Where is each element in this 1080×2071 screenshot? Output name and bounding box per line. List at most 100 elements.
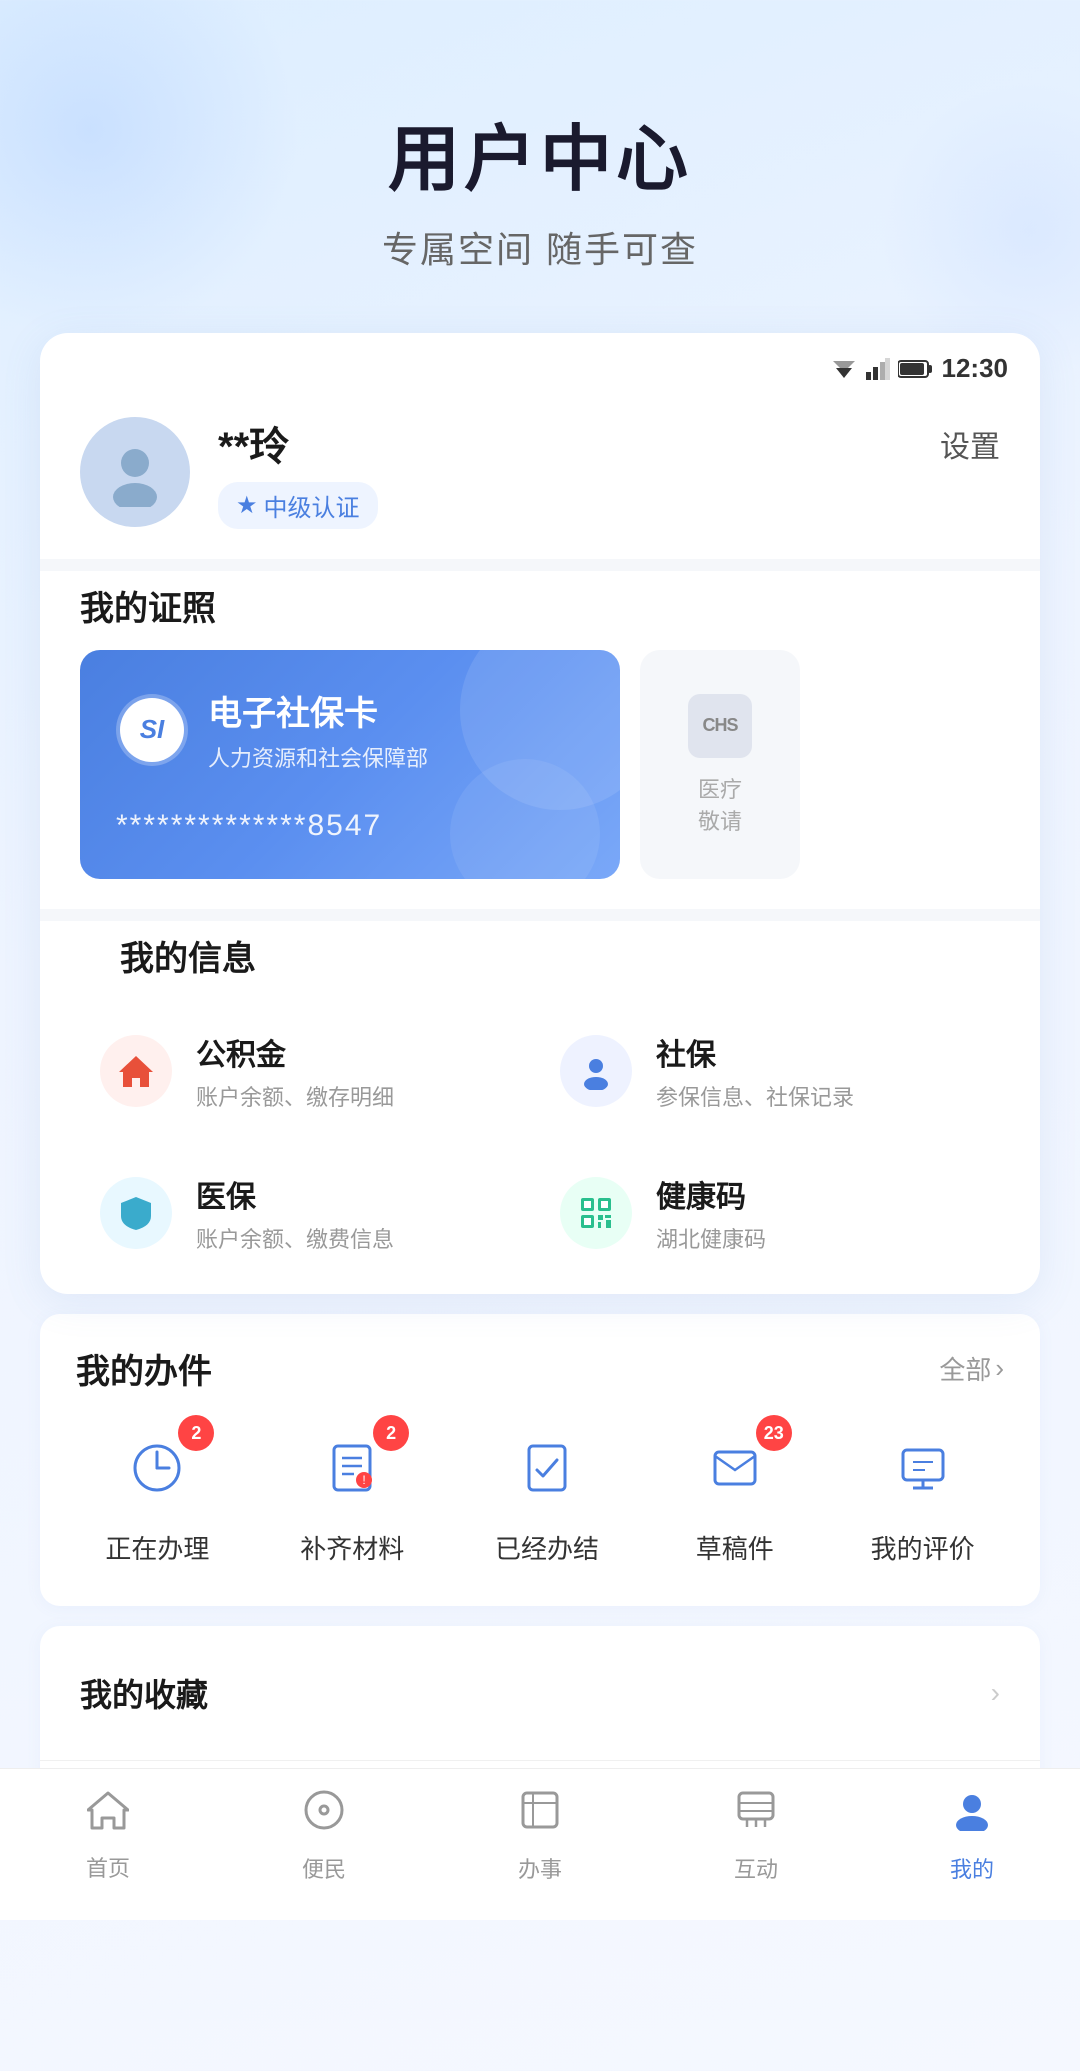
home-icon <box>117 1052 155 1090</box>
user-info: **玲 ★ 中级认证 <box>218 414 1000 529</box>
processing-label: 正在办理 <box>105 1529 209 1566</box>
page-header: 用户中心 专属空间 随手可查 <box>0 0 1080 313</box>
certificate-scroll: SI 电子社保卡 人力资源和社会保障部 **************8547 C… <box>40 650 1040 879</box>
cert-title-group: 电子社保卡 人力资源和社会保障部 <box>208 686 428 773</box>
nav-item-affairs[interactable]: 办事 <box>470 1789 610 1884</box>
cert-subtitle: 人力资源和社会保障部 <box>208 741 428 773</box>
user-profile: **玲 ★ 中级认证 设置 <box>40 394 1040 559</box>
gongjijin-text: 公积金 账户余额、缴存明细 <box>196 1030 394 1112</box>
cert-title: 电子社保卡 <box>208 686 428 735</box>
interaction-nav-label: 互动 <box>734 1852 778 1884</box>
gongjijin-name: 公积金 <box>196 1030 394 1074</box>
processing-icon-wrapper: 2 <box>112 1423 202 1513</box>
certificates-section-title: 我的证照 <box>40 571 1040 650</box>
nav-item-interaction[interactable]: 互动 <box>686 1789 826 1884</box>
interaction-nav-icon <box>735 1789 777 1842</box>
main-card: 12:30 **玲 ★ 中级认证 设置 我的证照 SI <box>40 333 1040 1294</box>
user-name: **玲 <box>218 414 1000 472</box>
avatar-icon <box>100 437 170 507</box>
favorites-label: 我的收藏 <box>80 1670 208 1716</box>
info-item-jiankangma[interactable]: 健康码 湖北健康码 <box>540 1142 1000 1284</box>
biz-item-supplement[interactable]: ! 2 补齐材料 <box>300 1423 404 1566</box>
badge-star-icon: ★ <box>236 491 258 520</box>
affairs-nav-label: 办事 <box>518 1852 562 1884</box>
completed-label: 已经办结 <box>495 1529 599 1566</box>
cert-gray-logo: CHS <box>688 694 752 758</box>
yibao-name: 医保 <box>196 1172 394 1216</box>
all-label: 全部 <box>939 1350 991 1387</box>
nav-item-home[interactable]: 首页 <box>38 1790 178 1883</box>
biz-item-completed[interactable]: 已经办结 <box>495 1423 599 1566</box>
mine-nav-icon <box>951 1789 993 1842</box>
social-security-card[interactable]: SI 电子社保卡 人力资源和社会保障部 **************8547 <box>80 650 620 879</box>
shield-icon <box>117 1194 155 1232</box>
wifi-icon <box>830 358 858 380</box>
all-link[interactable]: 全部 › <box>939 1350 1004 1387</box>
review-icon <box>878 1423 968 1513</box>
favorites-chevron-icon: › <box>991 1677 1000 1709</box>
home-nav-icon <box>87 1790 129 1841</box>
cert-gray-text: 医疗敬请 <box>698 772 742 836</box>
yibao-desc: 账户余额、缴费信息 <box>196 1222 394 1254</box>
list-item-favorites[interactable]: 我的收藏 › <box>40 1626 1040 1761</box>
cert-header: SI 电子社保卡 人力资源和社会保障部 <box>116 686 584 773</box>
completed-icon <box>502 1423 592 1513</box>
shebao-text: 社保 参保信息、社保记录 <box>656 1030 854 1112</box>
review-icon-wrapper <box>878 1423 968 1513</box>
status-time: 12:30 <box>942 353 1009 384</box>
completed-icon-wrapper <box>502 1423 592 1513</box>
biz-item-draft[interactable]: 23 草稿件 <box>690 1423 780 1566</box>
battery-icon <box>898 359 932 379</box>
info-item-gongjijin[interactable]: 公积金 账户余额、缴存明细 <box>80 1000 540 1142</box>
convenience-nav-icon <box>303 1789 345 1842</box>
user-badge: ★ 中级认证 <box>218 482 378 529</box>
svg-text:!: ! <box>363 1473 366 1487</box>
avatar <box>80 417 190 527</box>
info-item-yibao[interactable]: 医保 账户余额、缴费信息 <box>80 1142 540 1284</box>
cert-logo: SI <box>116 694 188 766</box>
divider-2 <box>40 909 1040 921</box>
settings-button[interactable]: 设置 <box>940 422 1000 466</box>
draft-label: 草稿件 <box>696 1529 774 1566</box>
info-grid: 公积金 账户余额、缴存明细 社保 参保信息、社保记录 <box>80 1000 1000 1284</box>
gongjijin-desc: 账户余额、缴存明细 <box>196 1080 394 1112</box>
divider-1 <box>40 559 1040 571</box>
my-info-section: 我的信息 公积金 账户余额、缴存明细 <box>40 921 1040 1294</box>
jiankangma-text: 健康码 湖北健康码 <box>656 1172 766 1254</box>
my-info-title: 我的信息 <box>80 921 1000 1000</box>
all-chevron-icon: › <box>995 1353 1004 1384</box>
bottom-nav: 首页 便民 办事 <box>0 1768 1080 1920</box>
draft-badge: 23 <box>756 1415 792 1451</box>
jiankangma-name: 健康码 <box>656 1172 766 1216</box>
medical-card[interactable]: CHS 医疗敬请 <box>640 650 800 879</box>
signal-icon <box>866 358 890 380</box>
biz-item-review[interactable]: 我的评价 <box>871 1423 975 1566</box>
processing-badge: 2 <box>178 1415 214 1451</box>
nav-item-convenience[interactable]: 便民 <box>254 1789 394 1884</box>
badge-label: 中级认证 <box>264 488 360 523</box>
my-business-section: 我的办件 全部 › 2 正在办理 <box>40 1314 1040 1606</box>
nav-item-mine[interactable]: 我的 <box>902 1789 1042 1884</box>
shebao-icon <box>560 1035 632 1107</box>
info-item-shebao[interactable]: 社保 参保信息、社保记录 <box>540 1000 1000 1142</box>
yibao-text: 医保 账户余额、缴费信息 <box>196 1172 394 1254</box>
shebao-name: 社保 <box>656 1030 854 1074</box>
yibao-icon <box>100 1177 172 1249</box>
business-section-title: 我的办件 <box>76 1344 212 1393</box>
shebao-desc: 参保信息、社保记录 <box>656 1080 854 1112</box>
gongjijin-icon <box>100 1035 172 1107</box>
review-label: 我的评价 <box>871 1529 975 1566</box>
biz-item-processing[interactable]: 2 正在办理 <box>105 1423 209 1566</box>
shebao-person-icon <box>577 1052 615 1090</box>
status-icons <box>830 358 932 380</box>
supplement-icon-wrapper: ! 2 <box>307 1423 397 1513</box>
mine-nav-label: 我的 <box>950 1852 994 1884</box>
supplement-label: 补齐材料 <box>300 1529 404 1566</box>
page-title: 用户中心 <box>40 100 1040 205</box>
certificates-section: 我的证照 SI 电子社保卡 人力资源和社会保障部 **************8… <box>40 571 1040 909</box>
affairs-nav-icon <box>519 1789 561 1842</box>
jiankangma-desc: 湖北健康码 <box>656 1222 766 1254</box>
supplement-badge: 2 <box>373 1415 409 1451</box>
home-nav-label: 首页 <box>86 1851 130 1883</box>
business-header: 我的办件 全部 › <box>40 1344 1040 1413</box>
